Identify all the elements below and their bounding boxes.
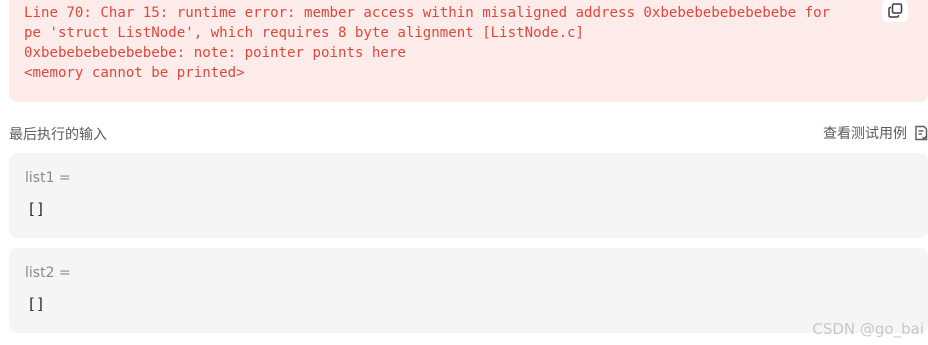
input-value-list2: [] — [27, 295, 46, 313]
copy-error-button[interactable] — [882, 0, 908, 22]
last-executed-input-title: 最后执行的输入 — [9, 127, 107, 143]
error-line-2: pe 'struct ListNode', which requires 8 b… — [24, 25, 585, 41]
input-case-list1: list1 = [] — [9, 153, 928, 238]
input-case-list2: list2 = [] — [9, 248, 928, 333]
error-line-3: 0xbebebebebebebebe: note: pointer points… — [24, 45, 406, 61]
csdn-watermark: CSDN @go_bai — [812, 320, 924, 338]
test-case-document-icon — [915, 125, 928, 141]
view-test-cases-label: 查看测试用例 — [823, 126, 907, 142]
runtime-error-panel: Line 70: Char 15: runtime error: member … — [9, 0, 928, 102]
runtime-error-message: Line 70: Char 15: runtime error: member … — [24, 3, 894, 83]
input-value-list1: [] — [27, 200, 46, 218]
copy-icon — [888, 3, 903, 18]
input-label-list1: list1 = — [25, 170, 71, 186]
error-line-1: Line 70: Char 15: runtime error: member … — [24, 5, 831, 21]
error-line-4: <memory cannot be printed> — [24, 65, 245, 81]
view-test-cases-button[interactable]: 查看测试用例 — [823, 123, 928, 143]
input-label-list2: list2 = — [25, 265, 71, 281]
last-executed-input-header: 最后执行的输入 查看测试用例 — [9, 123, 928, 143]
